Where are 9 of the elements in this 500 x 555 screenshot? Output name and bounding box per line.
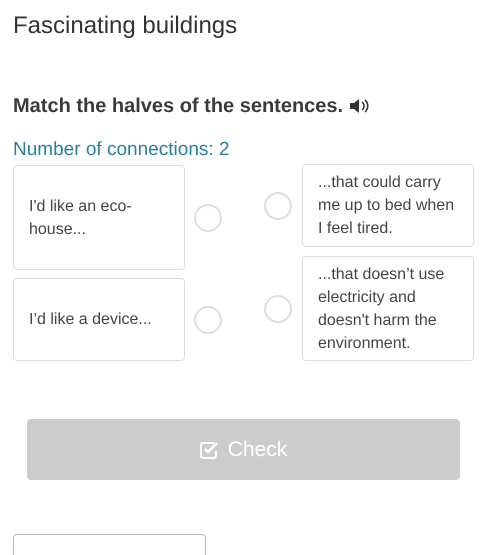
instruction-text: Match the halves of the sentences.	[13, 94, 344, 119]
checkbox-icon	[200, 440, 220, 458]
sentence-card[interactable]: I’d like a device...	[13, 278, 185, 361]
sentence-card[interactable]: I'd like an eco-house...	[13, 165, 185, 270]
sentence-card[interactable]: ...that could carry me up to bed when I feel tired.	[302, 164, 474, 247]
speaker-icon[interactable]	[349, 98, 372, 114]
sentence-card[interactable]: ...that doesn’t use electricity and doesn't harm the environment.	[302, 256, 474, 361]
page-title: Fascinating buildings	[13, 11, 238, 41]
connections-count: Number of connections: 2	[13, 138, 231, 162]
